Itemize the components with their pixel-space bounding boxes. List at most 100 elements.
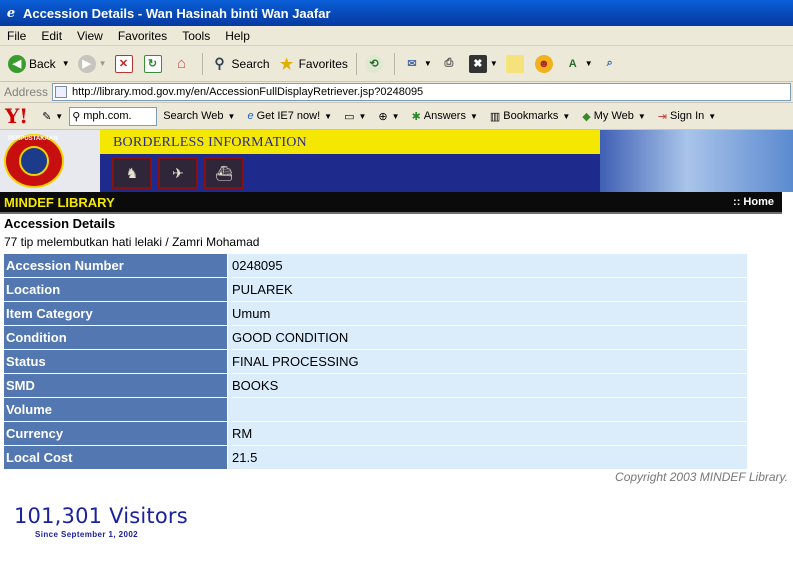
item-title: 77 tip melembutkan hati lelaki / Zamri M… bbox=[4, 235, 260, 249]
chevron-down-icon: ▼ bbox=[637, 111, 646, 121]
chevron-down-icon[interactable]: ▼ bbox=[424, 59, 432, 68]
logo-text: PERPUSTAKAAN bbox=[8, 136, 58, 142]
discuss-button[interactable] bbox=[502, 51, 531, 77]
soldier-icon: ♞ bbox=[125, 164, 139, 181]
detail-value: 21.5 bbox=[227, 445, 748, 470]
mail-icon: ✉ bbox=[407, 58, 417, 70]
my-web-button[interactable]: ◆ My Web ▼ bbox=[576, 110, 652, 123]
yahoo-search-input[interactable]: ⚲ mph.com. bbox=[69, 106, 158, 126]
ie-icon: e bbox=[6, 5, 16, 21]
chevron-down-icon: ▼ bbox=[227, 111, 236, 121]
detail-label: Local Cost bbox=[3, 445, 228, 470]
refresh-button[interactable]: ↻ bbox=[140, 51, 169, 77]
bookmarks-button[interactable]: ▥ Bookmarks ▼ bbox=[484, 110, 576, 123]
refresh-icon: ↻ bbox=[143, 54, 162, 73]
sign-in-icon: ⇥ bbox=[657, 110, 667, 123]
navy-thumbnail[interactable]: ⛴ bbox=[204, 157, 244, 189]
menu-tools[interactable]: Tools bbox=[175, 29, 218, 43]
table-row: Item Category Umum bbox=[3, 301, 748, 326]
chevron-down-icon: ▼ bbox=[55, 111, 64, 121]
detail-label: Location bbox=[3, 277, 228, 302]
print-icon: ⎙ bbox=[444, 57, 454, 69]
chevron-down-icon: ▼ bbox=[358, 111, 367, 121]
edit-button[interactable]: ✖ ▼ bbox=[465, 51, 502, 77]
detail-value: PULAREK bbox=[227, 277, 748, 302]
chevron-down-icon[interactable]: ▼ bbox=[585, 59, 593, 68]
army-thumbnail[interactable]: ♞ bbox=[112, 157, 152, 189]
library-logo: PERPUSTAKAAN bbox=[0, 130, 100, 192]
chevron-down-icon[interactable]: ▼ bbox=[490, 59, 498, 68]
bookmarks-icon: ▥ bbox=[489, 110, 501, 123]
edit-page-icon: ✖ bbox=[468, 54, 487, 73]
globe-button[interactable]: ⊕ ▼ bbox=[372, 110, 405, 123]
table-row: Condition GOOD CONDITION bbox=[3, 325, 748, 350]
menu-view[interactable]: View bbox=[70, 29, 111, 43]
my-web-icon: ◆ bbox=[582, 110, 591, 123]
search-web-button[interactable]: Search Web ▼ bbox=[157, 110, 241, 122]
sign-in-button[interactable]: ⇥ Sign In ▼ bbox=[652, 110, 722, 123]
search-icon: ⚲ bbox=[72, 110, 81, 123]
star-icon: ★ bbox=[279, 55, 294, 73]
magnify-button[interactable]: ⌕ bbox=[597, 51, 626, 77]
print-button[interactable]: ⎙ bbox=[436, 51, 465, 77]
menu-edit[interactable]: Edit bbox=[34, 29, 70, 43]
window-title: Accession Details - Wan Hasinah binti Wa… bbox=[23, 5, 331, 21]
chevron-down-icon: ▼ bbox=[469, 111, 478, 121]
window-icon: ▭ bbox=[344, 110, 355, 123]
airforce-thumbnail[interactable]: ✈ bbox=[158, 157, 198, 189]
site-banner: PERPUSTAKAAN BORDERLESS INFORMATION ♞ ✈ … bbox=[0, 130, 793, 192]
banner-photo bbox=[600, 130, 793, 192]
home-button[interactable]: ⌂ bbox=[169, 51, 198, 77]
answers-button[interactable]: ✱ Answers ▼ bbox=[406, 110, 484, 123]
pencil-button[interactable]: ✎ ▼ bbox=[36, 110, 69, 123]
detail-label: Status bbox=[3, 349, 228, 374]
table-row: Accession Number 0248095 bbox=[3, 253, 748, 278]
research-button[interactable]: A ▼ bbox=[560, 51, 597, 77]
menu-help[interactable]: Help bbox=[218, 29, 258, 43]
table-row: Status FINAL PROCESSING bbox=[3, 349, 748, 374]
detail-value bbox=[227, 397, 748, 422]
answers-icon: ✱ bbox=[411, 110, 421, 123]
forward-button[interactable]: ▶ ▼ bbox=[74, 51, 111, 77]
address-bar: Address http://library.mod.gov.my/en/Acc… bbox=[0, 82, 793, 103]
chevron-down-icon[interactable]: ▼ bbox=[62, 59, 70, 68]
stop-button[interactable]: ✕ bbox=[111, 51, 140, 77]
menu-favorites[interactable]: Favorites bbox=[111, 29, 175, 43]
address-url: http://library.mod.gov.my/en/AccessionFu… bbox=[72, 86, 424, 98]
home-link[interactable]: :: Home bbox=[733, 196, 782, 208]
chevron-down-icon[interactable]: ▼ bbox=[99, 59, 107, 68]
detail-value: RM bbox=[227, 421, 748, 446]
favorites-button[interactable]: ★ Favorites bbox=[274, 51, 352, 77]
library-name: MINDEF LIBRARY bbox=[4, 194, 115, 210]
mail-button[interactable]: ✉ ▼ bbox=[399, 51, 436, 77]
ie-icon: e bbox=[247, 110, 254, 122]
toolbar-separator bbox=[355, 52, 357, 75]
globe-icon: ⊕ bbox=[378, 110, 388, 123]
home-icon: ⌂ bbox=[177, 55, 187, 72]
accession-details-table: Accession Number 0248095 Location PULAREK It… bbox=[3, 253, 748, 470]
detail-value: BOOKS bbox=[227, 373, 748, 398]
library-navbar: MINDEF LIBRARY :: Home bbox=[0, 192, 782, 214]
menu-bar: File Edit View Favorites Tools Help bbox=[0, 26, 793, 46]
get-ie7-button[interactable]: e Get IE7 now! ▼ bbox=[241, 110, 338, 122]
messenger-button[interactable]: ☻ bbox=[531, 51, 560, 77]
table-row: SMD BOOKS bbox=[3, 373, 748, 398]
window-titlebar: e Accession Details - Wan Hasinah binti … bbox=[0, 0, 793, 26]
history-icon: ⟲ bbox=[364, 54, 383, 73]
back-button[interactable]: ◀ Back ▼ bbox=[4, 51, 74, 77]
search-button[interactable]: ⚲ Search bbox=[207, 51, 274, 77]
forward-arrow-icon: ▶ bbox=[77, 54, 96, 73]
detail-value: FINAL PROCESSING bbox=[227, 349, 748, 374]
history-button[interactable]: ⟲ bbox=[361, 51, 390, 77]
address-input[interactable]: http://library.mod.gov.my/en/AccessionFu… bbox=[52, 83, 791, 101]
yahoo-logo[interactable]: Y! bbox=[0, 104, 36, 128]
detail-value: Umum bbox=[227, 301, 748, 326]
chevron-down-icon: ▼ bbox=[562, 111, 571, 121]
detail-label: Currency bbox=[3, 421, 228, 446]
address-label: Address bbox=[4, 85, 49, 99]
details-body: Accession Number 0248095 Location PULAREK It… bbox=[3, 253, 748, 470]
menu-file[interactable]: File bbox=[0, 29, 34, 43]
banner-title: BORDERLESS INFORMATION bbox=[113, 135, 307, 150]
window-menu-button[interactable]: ▭ ▼ bbox=[338, 110, 372, 123]
detail-label: Accession Number bbox=[3, 253, 228, 278]
